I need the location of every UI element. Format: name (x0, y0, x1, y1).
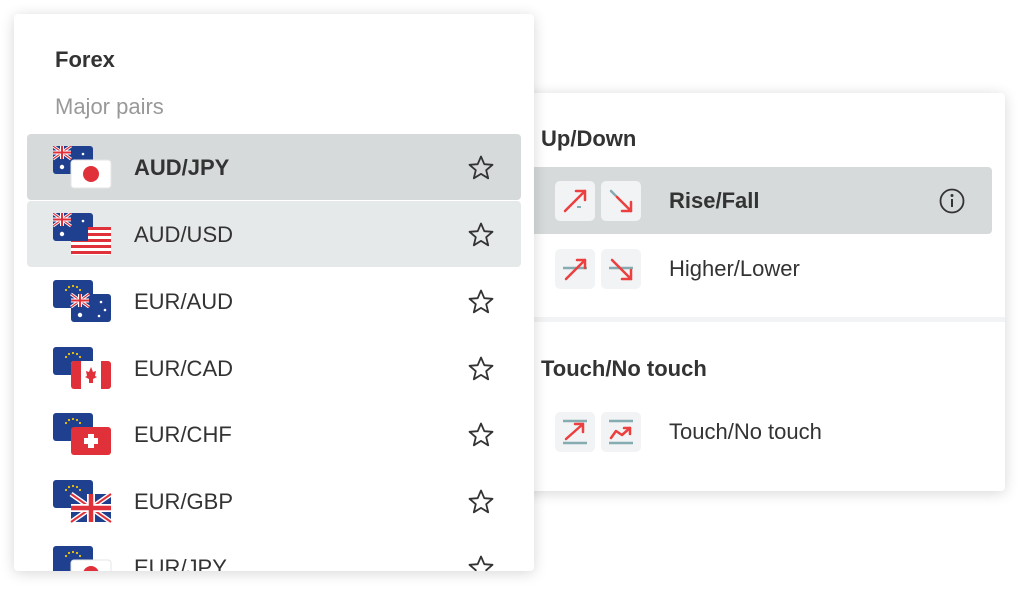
switzerland-flag (71, 427, 111, 455)
higher-icon (555, 248, 595, 289)
japan-flag (70, 159, 112, 189)
submarket-title: Major pairs (55, 94, 164, 119)
symbol-row-eur-gbp[interactable]: EUR/GBP (27, 468, 521, 534)
symbol-label: EUR/AUD (134, 289, 234, 314)
flag-pair (53, 280, 113, 324)
no-touch-icon (601, 411, 641, 452)
flag-pair (52, 144, 113, 190)
symbol-label: AUD/USD (134, 222, 234, 247)
uk-flag (69, 491, 113, 525)
usa-flag (71, 227, 111, 255)
contract-type-label: Higher/Lower (669, 255, 800, 281)
symbol-label: AUD/JPY (134, 155, 230, 180)
touch-section-title: Touch/No touch (541, 356, 707, 381)
lower-icon (601, 248, 641, 289)
flag-pair (53, 413, 113, 457)
star-icon[interactable] (467, 355, 495, 383)
symbol-label: EUR/GBP (134, 489, 234, 514)
symbol-row-aud-usd[interactable]: AUD/USD (27, 201, 521, 267)
symbol-label: EUR/CAD (134, 356, 234, 381)
star-icon[interactable] (467, 288, 495, 316)
symbol-row-aud-jpy[interactable]: AUD/JPY (27, 134, 521, 200)
contract-type-label: Touch/No touch (669, 418, 822, 444)
symbol-row-eur-jpy[interactable]: EUR/JPY (27, 534, 521, 571)
symbol-label: EUR/CHF (134, 422, 232, 447)
flag-pair (53, 480, 113, 525)
symbol-row-eur-cad[interactable]: EUR/CAD (27, 335, 521, 401)
star-icon[interactable] (467, 554, 495, 571)
symbol-row-eur-aud[interactable]: EUR/AUD (27, 268, 521, 334)
up-down-section-title: Up/Down (541, 126, 637, 151)
contract-type-touch-no-touch[interactable]: Touch/No touch (521, 398, 992, 465)
contract-type-label: Rise/Fall (669, 187, 760, 213)
info-icon[interactable] (938, 187, 966, 215)
star-icon[interactable] (467, 221, 495, 249)
section-divider (505, 317, 1005, 322)
australia-flag (70, 292, 111, 322)
symbol-row-eur-chf[interactable]: EUR/CHF (27, 401, 521, 467)
contract-type-rise-fall[interactable]: Rise/Fall (521, 167, 992, 234)
star-icon[interactable] (467, 421, 495, 449)
canada-flag (71, 361, 111, 389)
fall-icon (601, 180, 641, 221)
rise-icon (555, 180, 595, 221)
market-list-panel: Forex Major pairs AUD/JPY AUD/USD EUR/AU… (14, 14, 534, 571)
star-icon[interactable] (467, 154, 495, 182)
contract-type-higher-lower[interactable]: Higher/Lower (521, 235, 992, 302)
touch-icon (555, 411, 595, 452)
symbol-label: EUR/JPY (134, 555, 227, 571)
star-icon[interactable] (467, 488, 495, 516)
flag-pair (53, 347, 113, 391)
japan-flag (70, 559, 112, 571)
flag-pair (52, 211, 113, 257)
flag-pair (53, 546, 113, 571)
market-title: Forex (55, 47, 115, 72)
contract-type-panel: Up/Down Rise/Fall Higher/Lower Touch/No … (505, 93, 1005, 491)
